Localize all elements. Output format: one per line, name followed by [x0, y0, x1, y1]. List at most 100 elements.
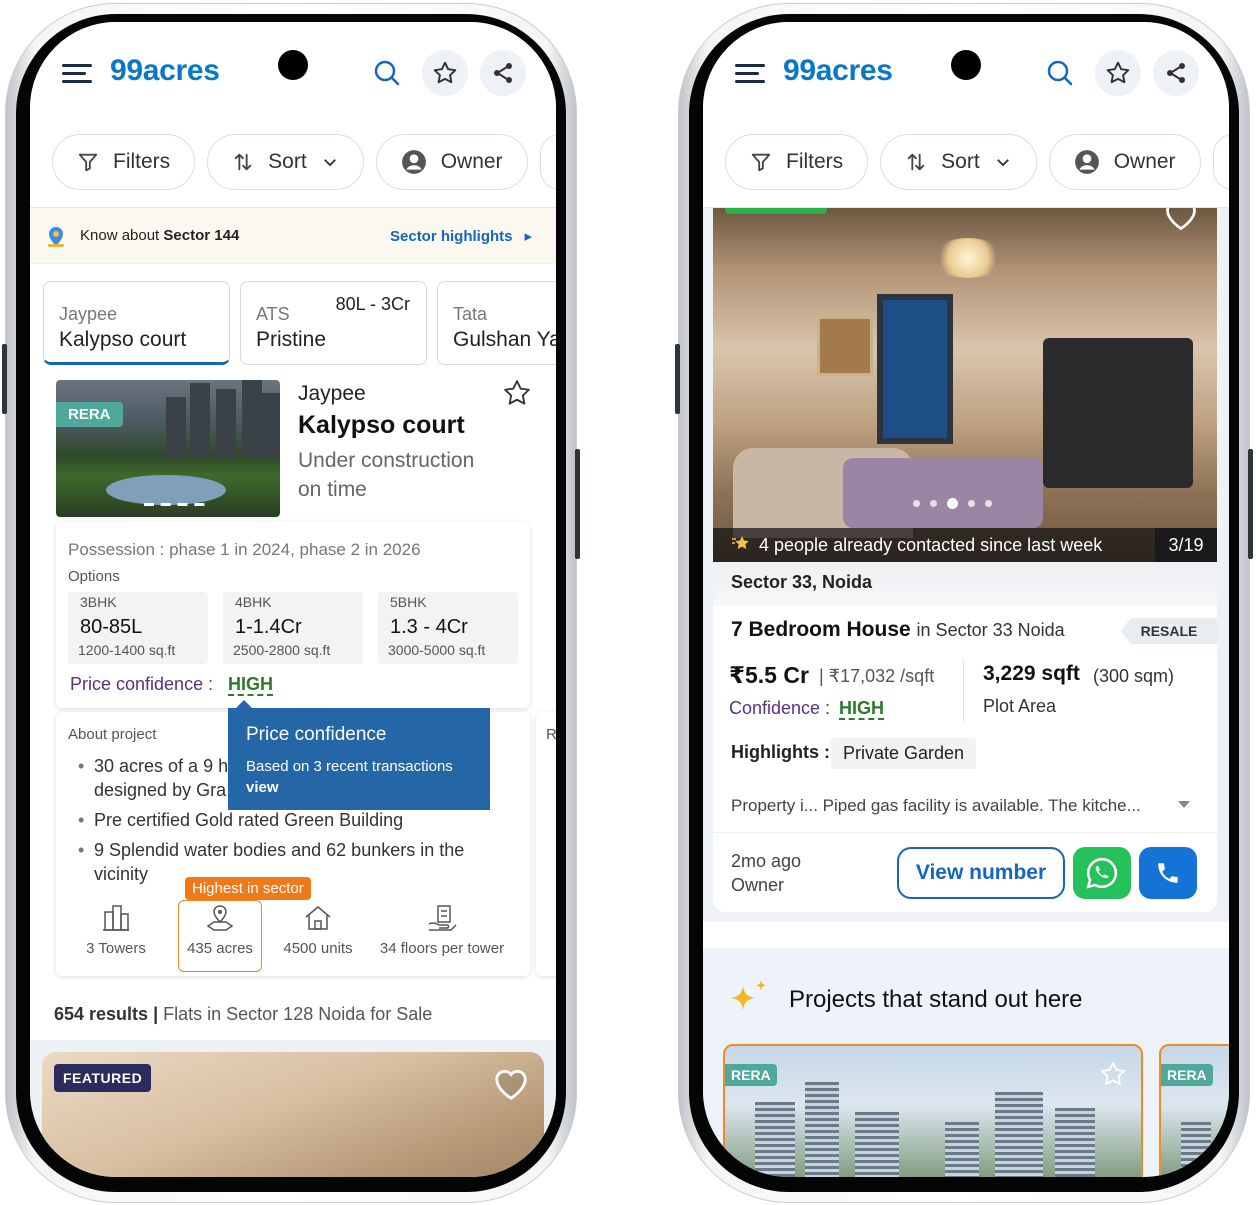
- project-tab-name: Kalypso court: [59, 328, 187, 351]
- floors-icon: [428, 905, 457, 931]
- property-image[interactable]: 4 people already contacted since last we…: [713, 208, 1217, 562]
- owner-chip[interactable]: Owner: [375, 134, 528, 190]
- price-confidence-value[interactable]: HIGH: [228, 674, 273, 696]
- app-logo[interactable]: 99acres: [783, 54, 893, 88]
- project-tab-kalypso[interactable]: Jaypee Kalypso court: [43, 281, 230, 365]
- listing-title[interactable]: 7 Bedroom House in Sector 33 Noida: [731, 618, 1065, 642]
- listing-location: Sector 33, Noida: [731, 572, 873, 592]
- standout-project-card[interactable]: RERA: [1159, 1044, 1229, 1177]
- app-logo[interactable]: 99acres: [110, 54, 220, 88]
- bhk-option[interactable]: 4BHK 1-1.4Cr 2500-2800 sq.ft: [223, 592, 363, 664]
- sort-icon: [234, 153, 252, 171]
- menu-icon[interactable]: [62, 64, 92, 84]
- filter-row: Filters Sort Owner: [52, 134, 556, 190]
- bhk-price: 1-1.4Cr: [235, 616, 302, 638]
- bhk-option[interactable]: 5BHK 1.3 - 4Cr 3000-5000 sq.ft: [378, 592, 518, 664]
- resale-tag: RESALE: [1121, 618, 1217, 644]
- heart-icon[interactable]: [492, 1066, 530, 1102]
- highest-in-sector-badge: Highest in sector: [185, 877, 311, 900]
- listing-price: ₹5.5 Cr: [729, 662, 809, 688]
- featured-listing-image[interactable]: FEATURED: [42, 1052, 544, 1177]
- listing-area: 4 people already contacted since last we…: [703, 208, 1229, 922]
- filters-chip[interactable]: Filters: [52, 134, 196, 190]
- user-icon: [401, 150, 426, 174]
- project-tab-name: Pristine: [256, 328, 327, 351]
- project-tab-name: Gulshan Ya: [453, 328, 556, 351]
- verified-badge: [725, 208, 827, 214]
- standout-projects-section: Projects that stand out here RERA RERA: [703, 948, 1229, 1177]
- sort-chip[interactable]: Sort: [207, 134, 364, 190]
- owner-chip-label: Owner: [440, 150, 503, 173]
- sector-info-bar: Know about Sector 144 Sector highlights ▸: [30, 208, 556, 264]
- menu-icon[interactable]: [735, 64, 765, 84]
- posted-by: Owner: [731, 875, 785, 895]
- project-image[interactable]: RERA ▬ ▬ ▬ ▬: [56, 380, 280, 517]
- sector-text: Know about Sector 144: [80, 227, 239, 244]
- confidence-label: Confidence :: [729, 698, 831, 718]
- filter-icon: [751, 153, 771, 172]
- stat-label: 4500 units: [283, 940, 353, 957]
- front-camera: [951, 50, 981, 80]
- filters-chip-label: Filters: [786, 150, 844, 173]
- owner-chip[interactable]: Owner: [1048, 134, 1201, 190]
- call-button[interactable]: [1139, 847, 1197, 899]
- price-confidence-label: Price confidence :: [70, 674, 214, 694]
- view-number-button[interactable]: View number: [897, 847, 1065, 899]
- bhk-area: 3000-5000 sq.ft: [388, 642, 486, 658]
- front-camera: [278, 50, 308, 80]
- chevron-right-icon: ▸: [524, 227, 533, 245]
- highlights-label: Highlights :: [731, 742, 830, 762]
- property-description[interactable]: Property i... Piped gas facility is avai…: [731, 796, 1141, 816]
- location-pin-icon: [48, 227, 64, 247]
- results-text: Flats in Sector 128 Noida for Sale: [163, 1004, 433, 1024]
- listing-area-sqm: (300 sqm): [1093, 666, 1175, 686]
- bhk-option[interactable]: 3BHK 80-85L 1200-1400 sq.ft: [68, 592, 208, 664]
- stat-label: 435 acres: [187, 940, 253, 957]
- sector-name: Sector 144: [163, 227, 240, 244]
- sparkle-icon: [731, 980, 767, 1010]
- whatsapp-button[interactable]: [1073, 847, 1131, 899]
- results-count: 654 results: [54, 1004, 149, 1024]
- tooltip-title: Price confidence: [246, 724, 387, 745]
- posted-time: 2mo ago: [731, 851, 802, 871]
- shortlist-star-icon[interactable]: [422, 50, 468, 96]
- more-chip[interactable]: [1212, 134, 1229, 190]
- sparkle-star-icon: [731, 534, 751, 557]
- heart-icon[interactable]: [1163, 208, 1199, 232]
- search-icon[interactable]: [1037, 50, 1083, 96]
- rera-badge: RERA: [56, 402, 123, 427]
- project-name[interactable]: Kalypso court: [298, 411, 465, 440]
- filter-row: Filters Sort Owner: [725, 134, 1229, 190]
- tooltip-view-link[interactable]: view: [246, 779, 279, 796]
- star-icon[interactable]: [1099, 1060, 1127, 1088]
- share-icon[interactable]: [1153, 50, 1199, 96]
- listing-footer: 2mo ago Owner View number: [713, 832, 1217, 912]
- search-icon[interactable]: [364, 50, 410, 96]
- tooltip-text: Based on 3 recent transactions: [246, 758, 453, 775]
- project-tab-gulshan[interactable]: 3 Tata Gulshan Ya: [437, 281, 556, 365]
- sort-icon: [907, 153, 925, 171]
- sector-highlights-link[interactable]: Sector highlights ▸: [390, 227, 532, 245]
- more-chip[interactable]: [539, 134, 556, 190]
- share-icon[interactable]: [480, 50, 526, 96]
- filters-chip-label: Filters: [113, 150, 171, 173]
- highlight-chip: Private Garden: [831, 738, 977, 769]
- about-point-line: 30 acres of a 9 h: [94, 756, 229, 776]
- featured-listing-card: FEATURED: [30, 1040, 556, 1177]
- expand-caret-icon[interactable]: [1177, 800, 1191, 810]
- shortlist-star-icon[interactable]: [1095, 50, 1141, 96]
- chevron-down-icon: [323, 159, 336, 167]
- stat-units: 4500 units: [280, 904, 356, 957]
- price-confidence-tooltip: Price confidence Based on 3 recent trans…: [228, 700, 490, 810]
- standout-project-card[interactable]: RERA: [723, 1044, 1143, 1177]
- sort-chip[interactable]: Sort: [880, 134, 1037, 190]
- phone-left: 99acres Filters Sort Owner Know about Se…: [2, 3, 580, 1203]
- project-tab-brand: Tata: [453, 304, 488, 324]
- stat-towers: 3 Towers: [84, 904, 148, 957]
- star-icon[interactable]: [502, 378, 532, 413]
- confidence-value[interactable]: HIGH: [839, 698, 884, 720]
- rera-badge: RERA: [725, 1064, 777, 1086]
- about-side-card[interactable]: R: [536, 712, 556, 976]
- project-tab-pristine[interactable]: 80L - 3Cr ATS Pristine: [240, 281, 427, 365]
- filters-chip[interactable]: Filters: [725, 134, 869, 190]
